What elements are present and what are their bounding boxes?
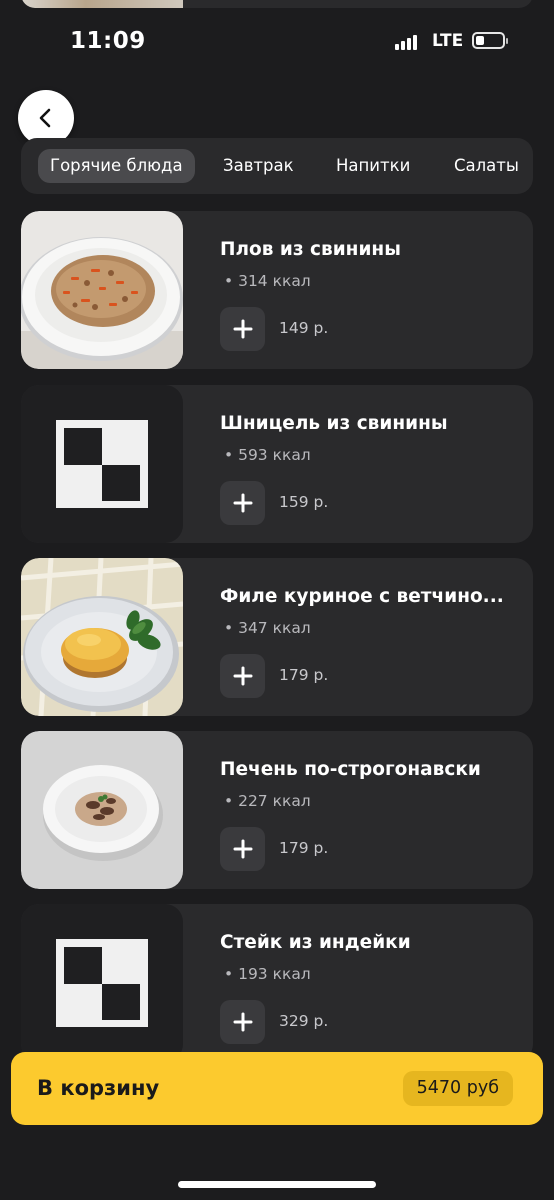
dish-name: Плов из свинины — [220, 239, 401, 260]
dish-price: 159 р. — [279, 493, 329, 511]
plus-icon — [233, 1012, 252, 1032]
menu-screen: 11:09 LTE Горячие блюда Завтрак Напитки … — [0, 0, 554, 1200]
tab-salads[interactable]: Салаты — [454, 149, 519, 183]
dish-photo-liver — [21, 731, 183, 889]
menu-item-card[interactable]: Стейк из индейки 193 ккал 329 р. — [21, 904, 533, 1062]
home-indicator[interactable] — [178, 1181, 376, 1188]
dish-price: 179 р. — [279, 839, 329, 857]
dish-calories: 227 ккал — [224, 792, 311, 810]
cart-total-badge: 5470 руб — [402, 1071, 513, 1106]
battery-icon — [472, 32, 508, 49]
dish-name: Филе куриное с ветчино... — [220, 586, 504, 607]
menu-item-card[interactable]: Печень по-строгонавски 227 ккал 179 р. — [21, 731, 533, 889]
tab-breakfast[interactable]: Завтрак — [223, 149, 294, 183]
menu-item-card[interactable]: Филе куриное с ветчино... 347 ккал 179 р… — [21, 558, 533, 716]
dish-calories: 193 ккал — [224, 965, 311, 983]
go-to-cart-button[interactable]: В корзину 5470 руб — [11, 1052, 543, 1125]
dish-name: Стейк из индейки — [220, 932, 411, 953]
dish-price: 149 р. — [279, 319, 329, 337]
dish-calories: 347 ккал — [224, 619, 311, 637]
menu-item-card[interactable]: Плов из свинины 314 ккал 149 р. — [21, 211, 533, 369]
dish-calories: 593 ккал — [224, 446, 311, 464]
chevron-left-icon — [39, 108, 51, 128]
add-to-cart-button[interactable] — [220, 307, 265, 351]
tab-hot-dishes[interactable]: Горячие блюда — [38, 149, 195, 183]
add-to-cart-button[interactable] — [220, 1000, 265, 1044]
add-to-cart-button[interactable] — [220, 827, 265, 871]
placeholder-image-icon — [21, 385, 183, 543]
status-bar: 11:09 LTE — [0, 20, 554, 64]
plus-icon — [233, 493, 252, 513]
dish-calories: 314 ккал — [224, 272, 311, 290]
tab-drinks[interactable]: Напитки — [336, 149, 410, 183]
status-time: 11:09 — [70, 28, 146, 54]
dish-photo-pilaf — [21, 211, 183, 369]
previous-card-peek — [21, 0, 533, 8]
dish-price: 179 р. — [279, 666, 329, 684]
dish-name: Печень по-строгонавски — [220, 759, 481, 780]
add-to-cart-button[interactable] — [220, 654, 265, 698]
add-to-cart-button[interactable] — [220, 481, 265, 525]
cellular-signal-icon — [395, 34, 423, 50]
dish-photo-chicken — [21, 558, 183, 716]
network-type: LTE — [432, 31, 464, 51]
cart-label: В корзину — [37, 1076, 160, 1100]
dish-name: Шницель из свинины — [220, 413, 448, 434]
previous-card-image — [21, 0, 183, 8]
category-tabs: Горячие блюда Завтрак Напитки Салаты — [21, 138, 533, 194]
plus-icon — [233, 319, 252, 339]
dish-price: 329 р. — [279, 1012, 329, 1030]
plus-icon — [233, 839, 252, 859]
placeholder-image-icon — [21, 904, 183, 1062]
plus-icon — [233, 666, 252, 686]
menu-item-card[interactable]: Шницель из свинины 593 ккал 159 р. — [21, 385, 533, 543]
